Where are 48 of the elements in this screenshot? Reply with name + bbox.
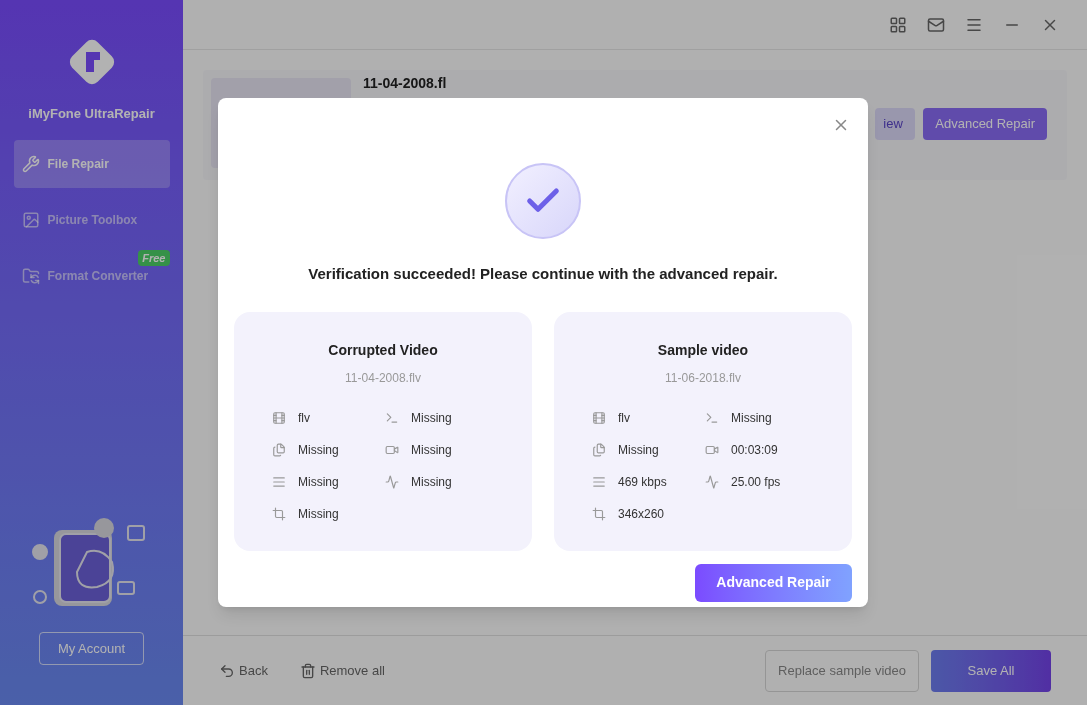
file-name: 11-04-2008.flv [345,369,421,387]
field-value: 469 kbps [618,473,667,491]
crop-icon [592,506,606,521]
field-value: Missing [411,409,452,427]
film-icon [592,410,606,425]
advanced-repair-button[interactable]: Advanced Repair [695,563,852,602]
grid-icon[interactable] [889,15,907,34]
field-value: Missing [298,473,339,491]
field-value: Missing [298,441,339,459]
trash-icon [299,662,316,679]
lines-icon [592,474,606,489]
card-title: Corrupted Video [328,340,438,360]
preview-button[interactable]: iew [875,108,916,140]
field-value: Missing [618,441,659,459]
files-icon [272,442,286,457]
field-value: 00:03:09 [731,441,778,459]
replace-sample-button[interactable]: Replace sample video [765,649,919,692]
field-value: Missing [411,441,452,459]
mail-icon[interactable] [927,15,945,34]
field-value: flv [618,409,630,427]
field-value: 346x260 [618,505,665,523]
pulse-icon [705,474,719,489]
account-button[interactable]: My Account [39,632,144,665]
field-value: 25.00 fps [731,473,781,491]
field-value: Missing [411,473,452,491]
card-title: Sample video [657,340,749,360]
save-all-button[interactable]: Save All [931,649,1051,692]
field-value: Missing [731,409,772,427]
lines-icon [272,474,286,489]
field-value: flv [298,409,310,427]
advanced-repair-button[interactable]: Advanced Repair [923,108,1047,140]
app-name: iMyFone UltraRepair [28,105,155,123]
remove-all-button[interactable]: Remove all [299,660,385,681]
crop-icon [272,506,286,521]
pulse-icon [385,474,399,489]
nav-item[interactable]: Picture Toolbox [13,195,170,244]
undo-icon [219,662,235,679]
terminal-icon [705,410,719,425]
free-badge: Free [138,249,170,266]
back-button[interactable]: Back [219,660,268,681]
terminal-icon [385,410,399,425]
dialog-message: Verification succeeded! Please continue with the advanced repair. [308,264,778,284]
file-name: 11-06-2018.flv [665,369,741,387]
files-icon [592,442,606,457]
field-value: Missing [298,505,339,523]
film-icon [272,410,286,425]
file-title: 11-04-2008.fl [363,75,447,91]
tools-icon [21,154,40,173]
